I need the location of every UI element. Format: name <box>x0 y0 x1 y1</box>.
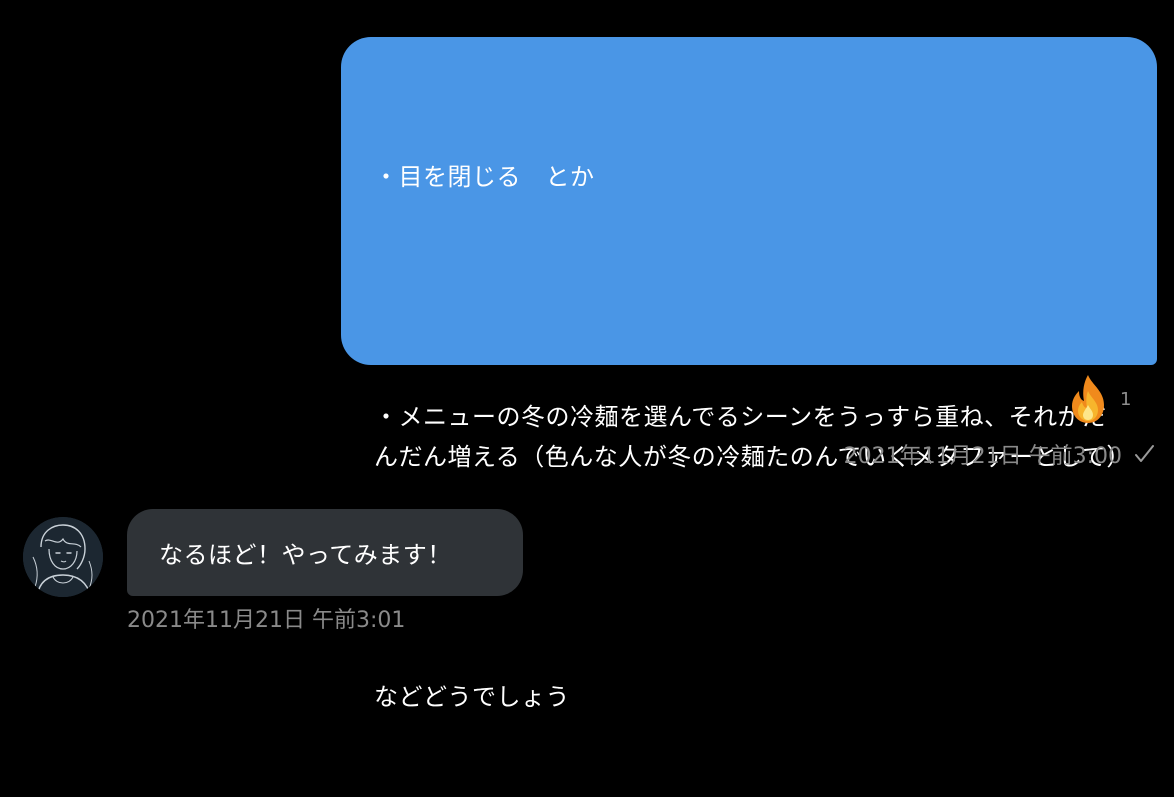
outgoing-message-bubble[interactable]: ・目を閉じる とか ​ ・メニューの冬の冷麺を選んでるシーンをうっすら重ね、それ… <box>341 37 1157 711</box>
sender-avatar[interactable] <box>23 517 103 597</box>
line-art-portrait-icon <box>23 517 103 597</box>
outgoing-message-meta: 2021年11月21日 午前3:00 <box>844 438 1156 470</box>
incoming-timestamp: 2021年11月21日 午前3:01 <box>127 608 406 633</box>
message-paragraph: ・目を閉じる とか <box>374 163 595 191</box>
incoming-message-bubble[interactable]: なるほど！やってみます！ <box>127 509 523 596</box>
incoming-message-meta: 2021年11月21日 午前3:01 <box>127 602 405 634</box>
message-paragraph-spacer: ​ <box>374 277 1127 317</box>
fire-emoji-icon <box>1072 375 1104 423</box>
message-reaction[interactable]: 1 <box>1064 373 1131 425</box>
incoming-message-text: なるほど！やってみます！ <box>159 541 452 569</box>
checkmark-icon <box>1135 445 1154 462</box>
reaction-count: 1 <box>1120 388 1132 410</box>
outgoing-timestamp: 2021年11月21日 午前3:00 <box>843 444 1122 469</box>
conversation-view: ・目を閉じる とか ​ ・メニューの冬の冷麺を選んでるシーンをうっすら重ね、それ… <box>0 0 1174 711</box>
message-paragraph: などどうでしょう <box>374 683 570 711</box>
